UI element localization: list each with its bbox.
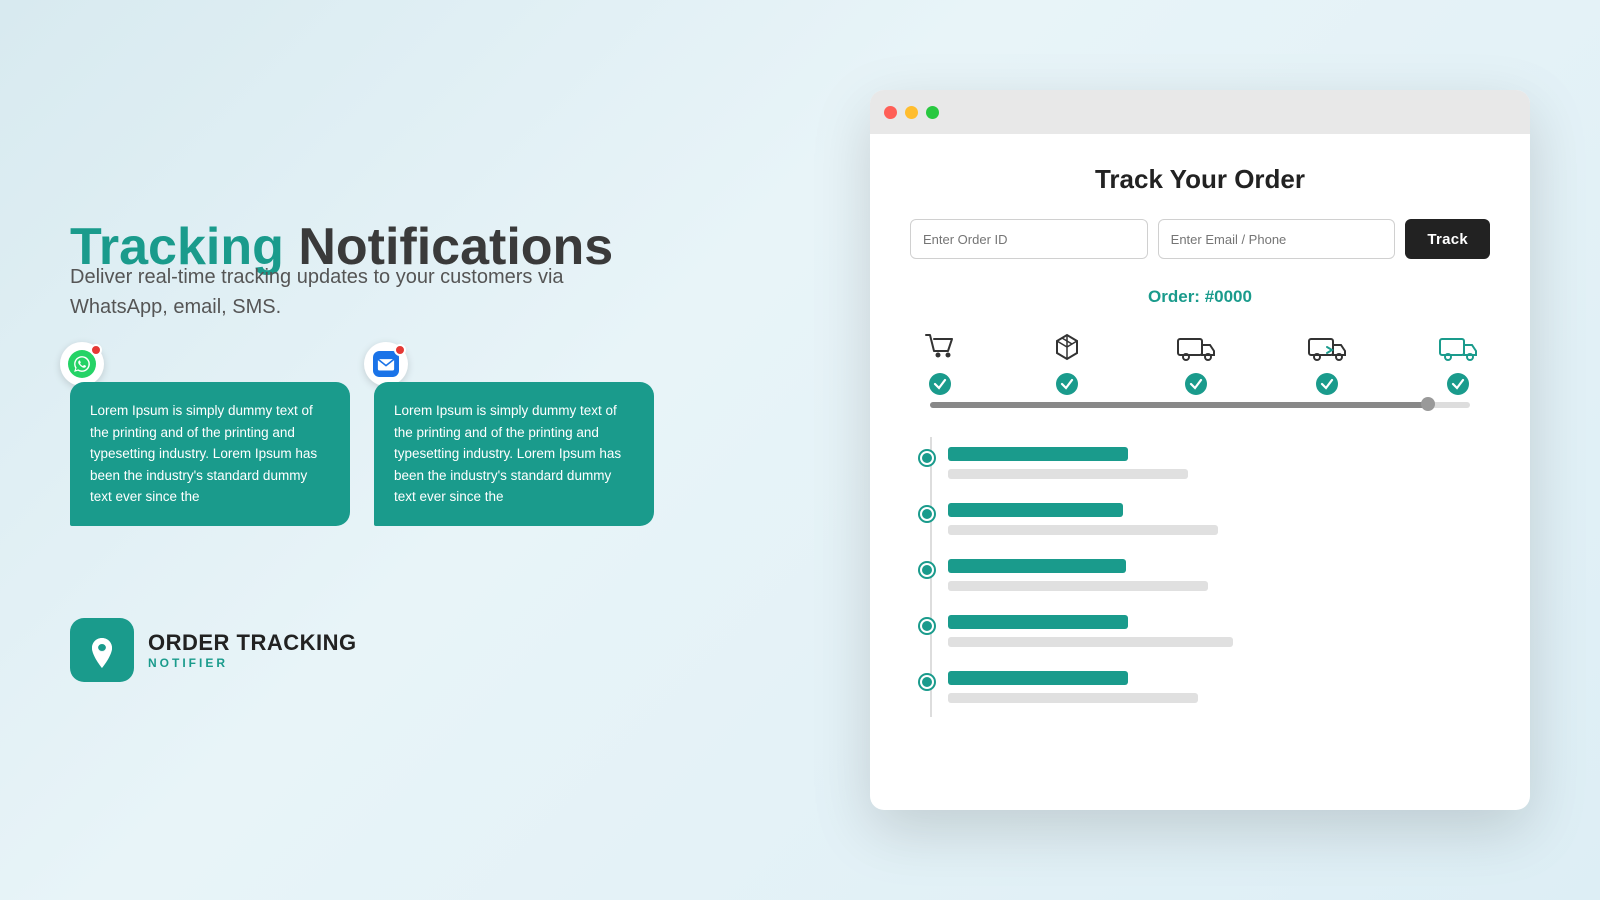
timeline-primary-bar [948, 503, 1123, 517]
timeline-primary-bar [948, 615, 1128, 629]
chat-bubble-email: Lorem Ipsum is simply dummy text of the … [374, 382, 654, 526]
status-dispatch [1174, 327, 1218, 395]
timeline-item [920, 661, 1490, 717]
progress-bg [930, 402, 1470, 408]
whatsapp-notif-dot [90, 344, 102, 356]
timeline-item [920, 549, 1490, 605]
timeline-secondary-bar [948, 693, 1198, 703]
timeline-item [920, 605, 1490, 661]
timeline-dot [920, 675, 934, 689]
track-inputs: Track [910, 219, 1490, 259]
timeline-dot [920, 619, 934, 633]
browser-content: Track Your Order Track Order: #0000 [870, 134, 1530, 810]
progress-fill [930, 402, 1427, 408]
status-delivered [1436, 327, 1480, 395]
whatsapp-icon-wrapper [60, 342, 104, 386]
track-button[interactable]: Track [1405, 219, 1490, 259]
order-id-input[interactable] [910, 219, 1148, 259]
timeline-primary-bar [948, 559, 1126, 573]
brand-text: ORDER TRACKING NOTIFIER [148, 630, 357, 670]
email-notif-dot [394, 344, 406, 356]
transit-check [1316, 373, 1338, 395]
timeline-dot [920, 563, 934, 577]
timeline-content [948, 671, 1490, 707]
order-number: Order: #0000 [910, 287, 1490, 307]
dot-green [926, 106, 939, 119]
brand-footer: ORDER TRACKING NOTIFIER [70, 618, 690, 682]
hero-section: Tracking Notifications Deliver real-time… [70, 218, 690, 322]
brand-logo [70, 618, 134, 682]
page-wrapper: Tracking Notifications Deliver real-time… [30, 30, 1570, 870]
delivered-check [1447, 373, 1469, 395]
brand-sub: NOTIFIER [148, 656, 357, 670]
transit-icon [1305, 327, 1349, 367]
timeline-content [948, 615, 1490, 651]
timeline-item [920, 493, 1490, 549]
timeline-content [948, 503, 1490, 539]
cart-icon [920, 327, 960, 367]
cart-check [929, 373, 951, 395]
timeline-primary-bar [948, 447, 1128, 461]
chat-bubbles: Lorem Ipsum is simply dummy text of the … [70, 362, 690, 526]
email-phone-input[interactable] [1158, 219, 1396, 259]
left-side: Tracking Notifications Deliver real-time… [70, 218, 690, 682]
progress-thumb [1421, 397, 1435, 411]
status-package [1047, 327, 1087, 395]
track-order-title: Track Your Order [910, 164, 1490, 195]
chat-bubble-whatsapp: Lorem Ipsum is simply dummy text of the … [70, 382, 350, 526]
timeline-content [948, 559, 1490, 595]
dot-yellow [905, 106, 918, 119]
timeline-primary-bar [948, 671, 1128, 685]
dispatch-icon [1174, 327, 1218, 367]
timeline-secondary-bar [948, 525, 1218, 535]
browser-window: Track Your Order Track Order: #0000 [870, 90, 1530, 810]
brand-name: ORDER TRACKING [148, 630, 357, 656]
dispatch-check [1185, 373, 1207, 395]
progress-bar [930, 401, 1470, 409]
timeline-dot [920, 451, 934, 465]
timeline-secondary-bar [948, 469, 1188, 479]
timeline [910, 437, 1490, 717]
browser-topbar [870, 90, 1530, 134]
timeline-dot [920, 507, 934, 521]
email-icon-wrapper [364, 342, 408, 386]
email-bubble-wrapper: Lorem Ipsum is simply dummy text of the … [374, 362, 654, 526]
status-icons-row [910, 327, 1490, 395]
status-cart [920, 327, 960, 395]
status-transit [1305, 327, 1349, 395]
delivered-icon [1436, 327, 1480, 367]
email-icon [373, 351, 399, 377]
timeline-secondary-bar [948, 637, 1233, 647]
package-icon [1047, 327, 1087, 367]
brand-logo-icon [84, 632, 120, 668]
package-check [1056, 373, 1078, 395]
timeline-item [920, 437, 1490, 493]
timeline-content [948, 447, 1490, 483]
dot-red [884, 106, 897, 119]
timeline-secondary-bar [948, 581, 1208, 591]
whatsapp-bubble-wrapper: Lorem Ipsum is simply dummy text of the … [70, 362, 350, 526]
